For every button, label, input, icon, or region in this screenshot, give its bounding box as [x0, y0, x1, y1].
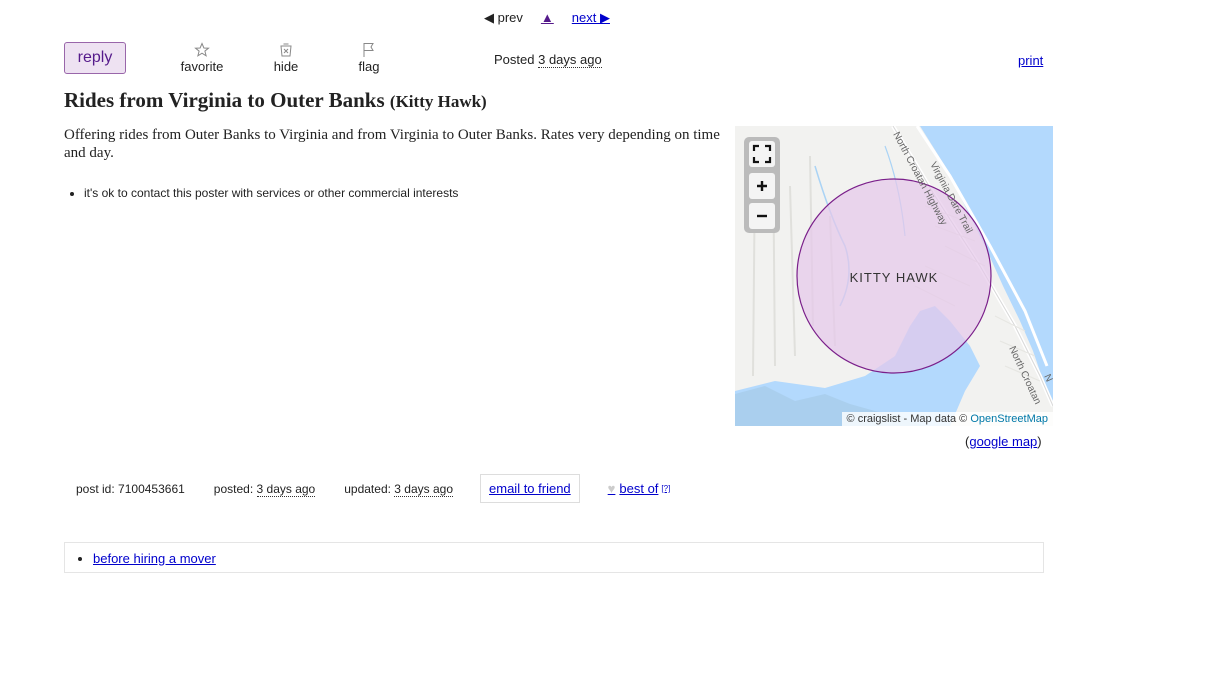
favorite-label: favorite — [180, 59, 224, 74]
zoom-in-button[interactable] — [749, 173, 775, 199]
post-info: post id: 7100453661 posted: 3 days ago u… — [64, 474, 670, 503]
best-of-link[interactable]: best of — [619, 481, 658, 496]
before-hiring-mover-link[interactable]: before hiring a mover — [93, 551, 216, 566]
attribution-text: © craigslist - Map data © — [846, 413, 968, 425]
posted-info-label: posted: — [213, 481, 254, 496]
best-of-help-link[interactable]: [?] — [661, 484, 670, 493]
hide-button[interactable]: hide — [256, 42, 316, 74]
notice-item: it's ok to contact this poster with serv… — [84, 186, 458, 200]
star-icon — [194, 42, 210, 57]
post-title: Rides from Virginia to Outer Banks (Kitt… — [64, 88, 487, 113]
post-id-label: post id: — [76, 481, 115, 496]
map-canvas: North Croatan Highway Virginia Dare Trai… — [735, 126, 1053, 426]
post-body: Offering rides from Outer Banks to Virgi… — [64, 127, 720, 161]
osm-link[interactable]: OpenStreetMap — [970, 413, 1048, 425]
best-of: ♥ best of [?] — [608, 481, 671, 496]
posting-page: ◀ prev ▲ next ▶ reply favorite hide flag… — [0, 0, 1208, 676]
flag-label: flag — [358, 59, 380, 74]
post-id: post id: 7100453661 — [76, 482, 185, 496]
posted-info-value: 3 days ago — [256, 481, 316, 497]
updated-info-label: updated: — [344, 481, 391, 496]
post-location: (Kitty Hawk) — [389, 92, 487, 111]
posted-label: Posted — [494, 52, 535, 67]
fullscreen-button[interactable] — [749, 141, 775, 167]
heart-icon: ♥ — [607, 481, 616, 496]
google-map-link[interactable]: google map — [969, 434, 1037, 449]
next-link[interactable]: next ▶ — [572, 10, 610, 26]
plus-icon — [757, 181, 767, 191]
email-to-friend-button[interactable]: email to friend — [480, 474, 580, 503]
reply-button[interactable]: reply — [64, 42, 126, 74]
map-controls — [744, 137, 780, 233]
posted-value: 3 days ago — [538, 52, 602, 68]
footer-links: before hiring a mover — [65, 543, 1043, 566]
map-attribution: © craigslist - Map data © OpenStreetMap — [841, 412, 1053, 426]
print-link[interactable]: print — [1018, 53, 1043, 68]
footer-link-item: before hiring a mover — [93, 551, 1043, 566]
map[interactable]: North Croatan Highway Virginia Dare Trai… — [735, 126, 1053, 426]
notices-list: it's ok to contact this poster with serv… — [64, 186, 458, 200]
hide-label: hide — [273, 59, 299, 74]
fullscreen-icon — [752, 144, 772, 164]
top-nav: ◀ prev ▲ next ▶ — [484, 10, 610, 26]
place-label: KITTY HAWK — [850, 270, 939, 285]
prev-link[interactable]: ◀ prev — [484, 10, 523, 26]
up-link[interactable]: ▲ — [541, 10, 554, 26]
hide-icon — [280, 43, 292, 57]
posted-info: posted: 3 days ago — [213, 481, 316, 497]
updated-info: updated: 3 days ago — [344, 481, 454, 497]
google-map: (google map) — [965, 434, 1042, 449]
footer-links-box: before hiring a mover — [64, 542, 1044, 573]
posted-date: Posted 3 days ago — [494, 52, 602, 68]
updated-info-value: 3 days ago — [394, 481, 454, 497]
post-id-value: 7100453661 — [118, 481, 185, 496]
favorite-button[interactable]: favorite — [172, 42, 232, 74]
flag-icon — [363, 43, 374, 57]
zoom-out-button[interactable] — [749, 203, 775, 229]
flag-button[interactable]: flag — [339, 42, 399, 74]
minus-icon — [757, 214, 767, 218]
post-title-text: Rides from Virginia to Outer Banks — [64, 88, 385, 112]
